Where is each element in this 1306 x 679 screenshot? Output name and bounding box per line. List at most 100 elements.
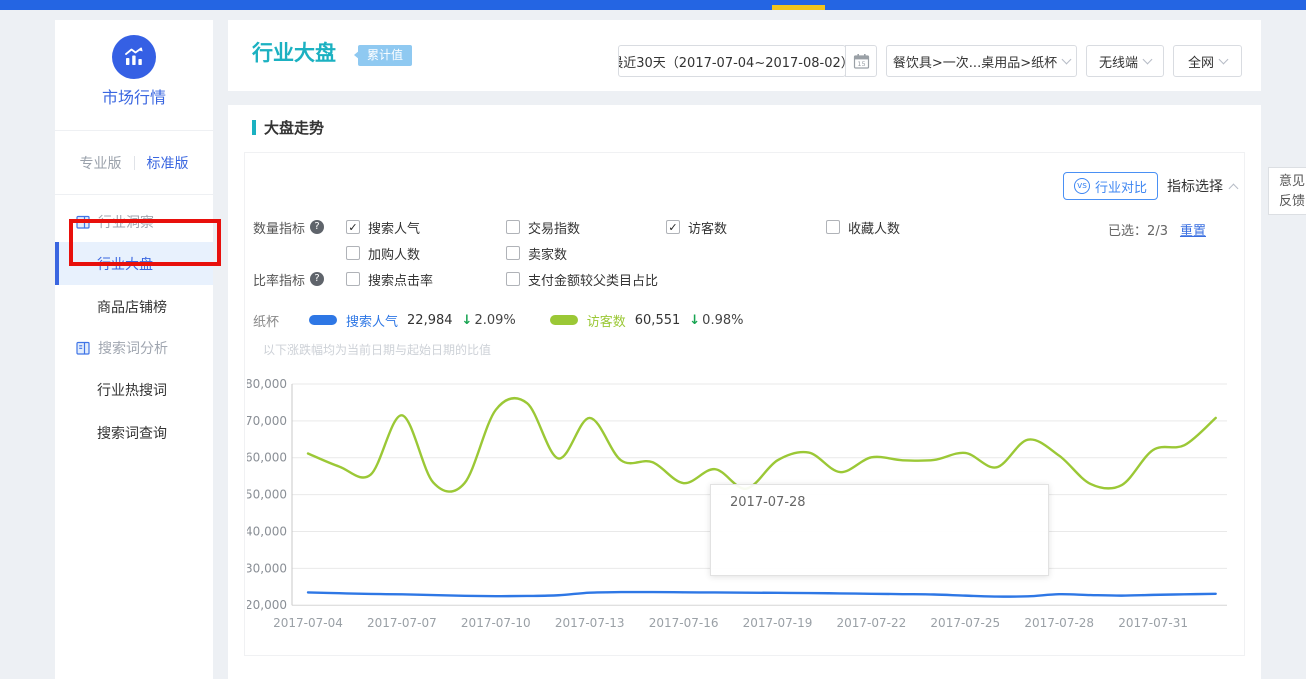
- checkbox-label: 搜索人气: [368, 218, 420, 237]
- svg-text:2017-07-16: 2017-07-16: [649, 616, 719, 630]
- svg-text:2017-07-25: 2017-07-25: [930, 616, 1000, 630]
- industry-compare-button[interactable]: vs 行业对比: [1063, 172, 1158, 200]
- sidebar-group-label: 行业洞察: [98, 212, 154, 232]
- checkbox-label: 卖家数: [528, 244, 567, 263]
- checkbox-label: 支付金额较父类目占比: [528, 270, 658, 289]
- sidebar-item-label: 行业热搜词: [97, 380, 167, 400]
- checkbox-box[interactable]: [346, 246, 360, 260]
- svg-text:15: 15: [857, 60, 865, 68]
- checkbox-box[interactable]: [506, 246, 520, 260]
- legend-pill: [550, 315, 578, 325]
- checkbox-box[interactable]: [506, 272, 520, 286]
- date-range-selector[interactable]: 最近30天（2017-07-04~2017-08-02）: [618, 45, 846, 77]
- ledger-icon: [75, 214, 91, 230]
- tab-professional[interactable]: 专业版: [80, 153, 122, 173]
- sidebar-item-0-1[interactable]: 商品店铺榜: [55, 285, 213, 328]
- sidebar-group-header-1[interactable]: 搜索词分析: [55, 328, 213, 368]
- sidebar-menu: 行业洞察行业大盘商品店铺榜搜索词分析行业热搜词搜索词查询: [55, 202, 213, 454]
- section-title-bar: [252, 120, 256, 135]
- svg-text:40,000: 40,000: [247, 524, 287, 538]
- quantity-label-text: 数量指标: [253, 218, 305, 237]
- legend-item-0[interactable]: 搜索人气22,984↓2.09%: [309, 311, 516, 330]
- legend-pill: [309, 315, 337, 325]
- top-nav-bar: [0, 0, 1306, 10]
- sidebar-item-label: 行业大盘: [97, 254, 153, 274]
- arrow-down-icon: ↓: [462, 313, 473, 328]
- checkbox-box[interactable]: ✓: [666, 220, 680, 234]
- quantity-indicator-checkbox-2[interactable]: ✓访客数: [666, 218, 826, 237]
- active-nav-indicator: [772, 5, 825, 10]
- legend-series-value: 60,551: [635, 313, 681, 328]
- help-icon[interactable]: ?: [310, 220, 324, 234]
- sidebar-item-0-0[interactable]: 行业大盘: [55, 242, 213, 285]
- category-dropdown[interactable]: 餐饮具>一次...桌用品>纸杯: [886, 45, 1077, 77]
- terminal-dropdown[interactable]: 无线端: [1086, 45, 1164, 77]
- svg-text:2017-07-10: 2017-07-10: [461, 616, 531, 630]
- chevron-down-icon: [1062, 54, 1072, 64]
- svg-text:30,000: 30,000: [247, 561, 287, 575]
- chevron-down-icon: [1219, 54, 1229, 64]
- scope-dropdown[interactable]: 全网: [1173, 45, 1242, 77]
- ratio-indicator-checkbox-0[interactable]: 搜索点击率: [346, 270, 506, 289]
- category-value: 餐饮具>一次...桌用品>纸杯: [893, 52, 1057, 71]
- svg-text:80,000: 80,000: [247, 377, 287, 391]
- sidebar: 市场行情 专业版 标准版 行业洞察行业大盘商品店铺榜搜索词分析行业热搜词搜索词查…: [55, 20, 213, 679]
- quantity-indicator-label: 数量指标?: [253, 218, 346, 237]
- content-card: 大盘走势 vs 行业对比 指标选择 数量指标?✓搜索人气交易指数✓访客数收藏人数…: [228, 105, 1261, 679]
- sidebar-brand: 市场行情: [55, 20, 213, 131]
- arrow-down-icon: ↓: [689, 313, 700, 328]
- svg-text:60,000: 60,000: [247, 451, 287, 465]
- feedback-button[interactable]: 意见 反馈: [1268, 167, 1306, 215]
- calendar-icon: 15: [853, 53, 870, 70]
- market-trend-icon: [112, 35, 156, 79]
- tab-standard[interactable]: 标准版: [147, 153, 189, 173]
- legend-series-value: 22,984: [407, 313, 453, 328]
- legend-series-name: 搜索人气: [346, 311, 398, 330]
- quantity-indicator-checkbox-1[interactable]: 交易指数: [506, 218, 666, 237]
- chevron-up-icon: [1229, 183, 1239, 193]
- app-title: 市场行情: [55, 84, 213, 108]
- terminal-value: 无线端: [1099, 52, 1138, 71]
- sidebar-item-1-0[interactable]: 行业热搜词: [55, 368, 213, 411]
- checkbox-label: 搜索点击率: [368, 270, 433, 289]
- page-header: 行业大盘 累计值 最近30天（2017-07-04~2017-08-02） 15…: [228, 20, 1261, 91]
- sidebar-group-header-0[interactable]: 行业洞察: [55, 202, 213, 242]
- svg-text:70,000: 70,000: [247, 414, 287, 428]
- sidebar-item-label: 搜索词查询: [97, 423, 167, 443]
- chart-tooltip: 2017-07-28: [710, 484, 1049, 576]
- tab-divider: [134, 156, 135, 170]
- svg-text:50,000: 50,000: [247, 488, 287, 502]
- svg-text:2017-07-19: 2017-07-19: [743, 616, 813, 630]
- checkbox-box[interactable]: [346, 272, 360, 286]
- quantity-indicator-checkbox-4[interactable]: 加购人数: [346, 244, 506, 263]
- quantity-indicator-checkbox-0[interactable]: ✓ 搜索人气: [346, 218, 506, 237]
- legend-series-name: 访客数: [587, 311, 626, 330]
- page-title: 行业大盘: [252, 37, 336, 67]
- cumulative-badge: 累计值: [358, 45, 412, 66]
- svg-text:2017-07-31: 2017-07-31: [1118, 616, 1188, 630]
- version-tabs: 专业版 标准版: [55, 132, 213, 195]
- scope-value: 全网: [1188, 52, 1214, 71]
- checkbox-label: 加购人数: [368, 244, 420, 263]
- sidebar-group-label: 搜索词分析: [98, 338, 168, 358]
- ratio-indicator-row: 比率指标?搜索点击率支付金额较父类目占比: [253, 266, 1238, 292]
- reset-link[interactable]: 重置: [1180, 220, 1206, 239]
- indicator-select-toggle[interactable]: 指标选择: [1167, 172, 1237, 200]
- quantity-indicator-row-2: 加购人数 卖家数: [253, 240, 1238, 266]
- legend-item-1[interactable]: 访客数 60,551 ↓0.98%: [550, 311, 744, 330]
- svg-text:2017-07-07: 2017-07-07: [367, 616, 437, 630]
- screen: 市场行情 专业版 标准版 行业洞察行业大盘商品店铺榜搜索词分析行业热搜词搜索词查…: [0, 0, 1306, 679]
- quantity-indicator-checkbox-5[interactable]: 卖家数: [506, 244, 666, 263]
- quantity-indicator-row-1: 数量指标?✓搜索人气交易指数✓访客数收藏人数: [253, 214, 1238, 240]
- calendar-button[interactable]: 15: [845, 45, 877, 77]
- help-icon[interactable]: ?: [310, 272, 324, 286]
- chevron-down-icon: [1143, 54, 1153, 64]
- ratio-indicator-checkbox-1[interactable]: 支付金额较父类目占比: [506, 270, 666, 289]
- legend-series-change: 0.98%: [702, 313, 743, 328]
- checkbox-box[interactable]: ✓: [346, 220, 360, 234]
- sidebar-item-1-1[interactable]: 搜索词查询: [55, 411, 213, 454]
- selected-count: 已选：2/3: [1108, 220, 1168, 239]
- quantity-indicator-checkbox-3[interactable]: 收藏人数: [826, 218, 986, 237]
- checkbox-box[interactable]: [506, 220, 520, 234]
- checkbox-box[interactable]: [826, 220, 840, 234]
